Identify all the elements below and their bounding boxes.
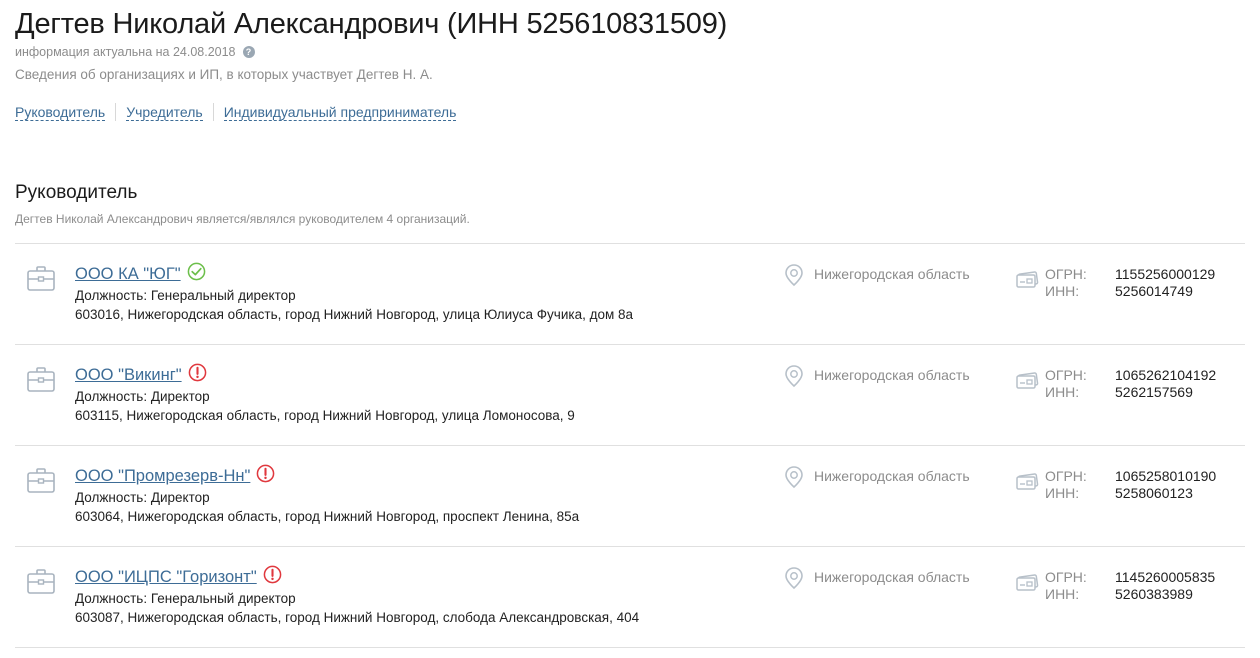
exclamation-circle-icon[interactable] bbox=[256, 464, 275, 483]
ogrn-label: ОГРН: bbox=[1045, 468, 1087, 484]
info-date: информация актуальна на 24.08.2018 ? bbox=[15, 45, 255, 59]
briefcase-icon bbox=[27, 367, 55, 392]
org-inn: 5258060123 bbox=[1115, 485, 1193, 501]
org-ogrn: 1065258010190 bbox=[1115, 468, 1217, 484]
id-card-icon bbox=[1016, 473, 1039, 490]
id-card-icon bbox=[1016, 574, 1039, 591]
role-link-entrepreneur[interactable]: Индивидуальный предприниматель bbox=[223, 104, 457, 121]
check-circle-icon[interactable] bbox=[187, 262, 206, 281]
org-list-item: ООО "ИЦПС "Горизонт" Должность: Генераль… bbox=[15, 547, 1245, 648]
org-name-line: ООО "Промрезерв-Нн" bbox=[75, 464, 275, 488]
org-inn: 5262157569 bbox=[1115, 384, 1193, 400]
map-pin-icon bbox=[785, 567, 803, 590]
role-filter-links: Руководитель Учредитель Индивидуальный п… bbox=[15, 103, 457, 121]
org-name-link[interactable]: ООО КА "ЮГ" bbox=[75, 265, 181, 284]
status-slot bbox=[250, 464, 275, 488]
inn-label: ИНН: bbox=[1045, 586, 1080, 602]
requisites-values: 1145260005835 5260383989 bbox=[1115, 569, 1215, 603]
requisites-labels: ОГРН: ИНН: bbox=[1045, 569, 1087, 603]
org-name-line: ООО КА "ЮГ" bbox=[75, 262, 206, 286]
id-card-icon bbox=[1016, 372, 1039, 389]
org-list-item: ООО "Викинг" Должность: Директор 603115,… bbox=[15, 345, 1245, 446]
org-region: Нижегородская область bbox=[814, 468, 970, 484]
status-slot bbox=[257, 565, 282, 589]
org-name-link[interactable]: ООО "Викинг" bbox=[75, 366, 182, 385]
requisites-labels: ОГРН: ИНН: bbox=[1045, 367, 1087, 401]
ogrn-label: ОГРН: bbox=[1045, 266, 1087, 282]
org-address: 603016, Нижегородская область, город Ниж… bbox=[75, 307, 634, 322]
org-name-line: ООО "Викинг" bbox=[75, 363, 207, 387]
org-position: Должность: Генеральный директор bbox=[75, 591, 296, 606]
organization-list: ООО КА "ЮГ" Должность: Генеральный дирек… bbox=[15, 243, 1245, 648]
section-title: Руководитель bbox=[15, 182, 138, 203]
org-position: Должность: Директор bbox=[75, 490, 210, 505]
page-title: Дегтев Николай Александрович (ИНН 525610… bbox=[15, 8, 728, 40]
briefcase-icon bbox=[27, 266, 55, 291]
requisites-labels: ОГРН: ИНН: bbox=[1045, 468, 1087, 502]
role-link-founder[interactable]: Учредитель bbox=[126, 104, 203, 121]
map-pin-icon bbox=[785, 365, 803, 388]
org-position: Должность: Директор bbox=[75, 389, 210, 404]
org-region: Нижегородская область bbox=[814, 367, 970, 383]
org-ogrn: 1155256000129 bbox=[1115, 266, 1216, 282]
id-card-icon bbox=[1016, 271, 1039, 288]
org-region: Нижегородская область bbox=[814, 266, 970, 282]
org-ogrn: 1145260005835 bbox=[1115, 569, 1216, 585]
requisites-labels: ОГРН: ИНН: bbox=[1045, 266, 1087, 300]
org-address: 603115, Нижегородская область, город Ниж… bbox=[75, 408, 575, 423]
divider bbox=[212, 103, 214, 121]
ogrn-label: ОГРН: bbox=[1045, 569, 1087, 585]
requisites-values: 1065258010190 5258060123 bbox=[1115, 468, 1216, 502]
org-inn: 5256014749 bbox=[1115, 283, 1193, 299]
inn-label: ИНН: bbox=[1045, 485, 1080, 501]
org-list-item: ООО КА "ЮГ" Должность: Генеральный дирек… bbox=[15, 244, 1245, 345]
info-date-text: информация актуальна на 24.08.2018 bbox=[15, 45, 236, 59]
org-name-line: ООО "ИЦПС "Горизонт" bbox=[75, 565, 282, 589]
org-address: 603087, Нижегородская область, город Ниж… bbox=[75, 610, 640, 625]
map-pin-icon bbox=[785, 264, 803, 287]
org-address: 603064, Нижегородская область, город Ниж… bbox=[75, 509, 580, 524]
requisites-values: 1155256000129 5256014749 bbox=[1115, 266, 1215, 300]
org-ogrn: 1065262104192 bbox=[1115, 367, 1217, 383]
org-region: Нижегородская область bbox=[814, 569, 970, 585]
help-icon[interactable]: ? bbox=[242, 46, 255, 58]
org-inn: 5260383989 bbox=[1115, 586, 1193, 602]
section-description: Дегтев Николай Александрович является/яв… bbox=[15, 212, 470, 226]
map-pin-icon bbox=[785, 466, 803, 489]
divider bbox=[115, 103, 117, 121]
briefcase-icon bbox=[27, 468, 55, 493]
inn-label: ИНН: bbox=[1045, 283, 1080, 299]
status-slot bbox=[181, 262, 206, 286]
inn-label: ИНН: bbox=[1045, 384, 1080, 400]
org-name-link[interactable]: ООО "ИЦПС "Горизонт" bbox=[75, 568, 257, 587]
exclamation-circle-icon[interactable] bbox=[263, 565, 282, 584]
role-link-director[interactable]: Руководитель bbox=[15, 104, 106, 121]
exclamation-circle-icon[interactable] bbox=[188, 363, 207, 382]
status-slot bbox=[182, 363, 207, 387]
page-subtitle: Сведения об организациях и ИП, в которых… bbox=[15, 67, 433, 82]
org-name-link[interactable]: ООО "Промрезерв-Нн" bbox=[75, 467, 250, 486]
org-list-item: ООО "Промрезерв-Нн" Должность: Директор … bbox=[15, 446, 1245, 547]
briefcase-icon bbox=[27, 569, 55, 594]
requisites-values: 1065262104192 5262157569 bbox=[1115, 367, 1216, 401]
org-position: Должность: Генеральный директор bbox=[75, 288, 296, 303]
ogrn-label: ОГРН: bbox=[1045, 367, 1087, 383]
